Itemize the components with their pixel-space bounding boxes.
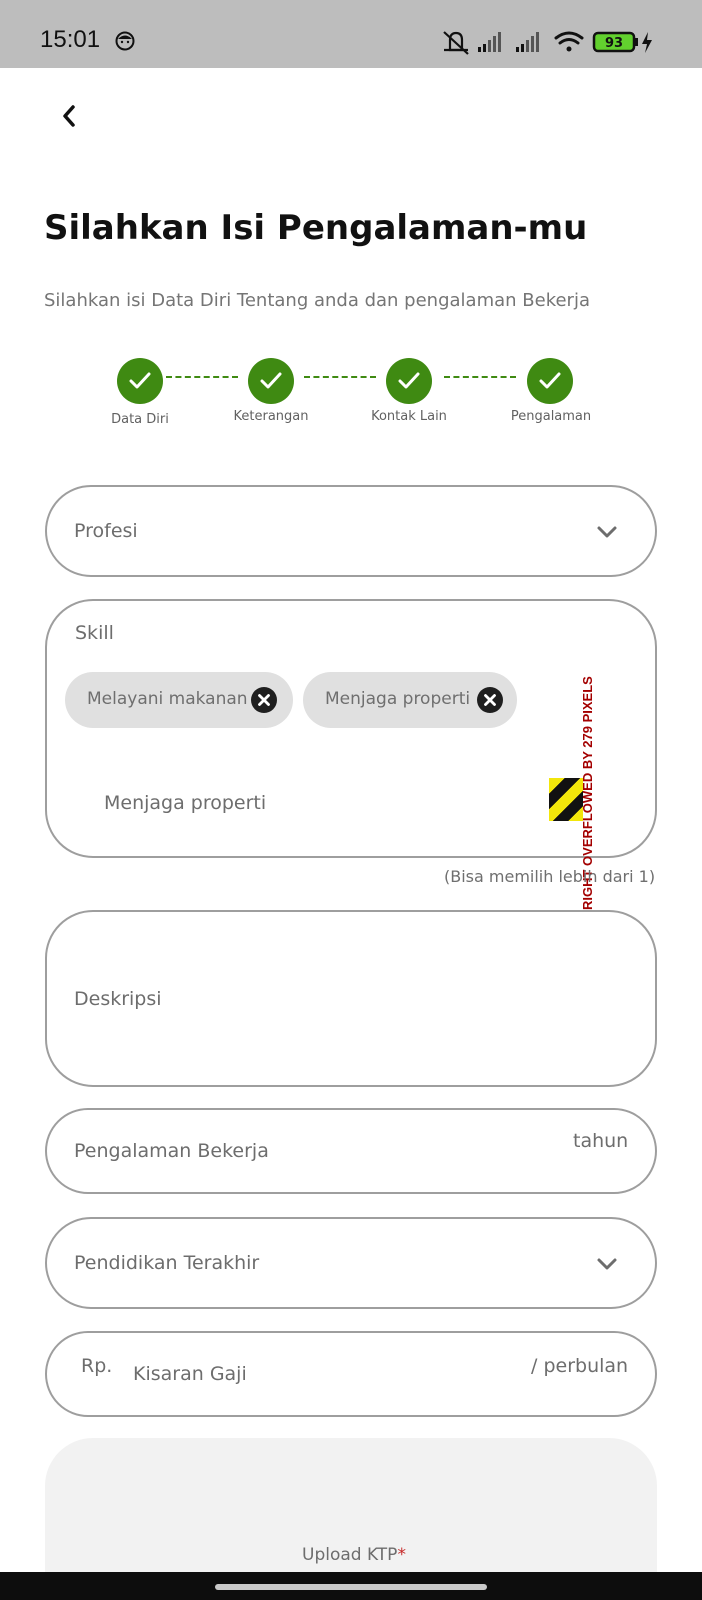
overflow-indicator [549, 778, 583, 821]
pengalaman-suffix: tahun [573, 1130, 629, 1152]
gaji-prefix: Rp. [81, 1355, 113, 1377]
profesi-label: Profesi [74, 520, 138, 542]
step-keterangan [248, 358, 294, 404]
step-label: Pengalaman [510, 409, 592, 424]
battery-icon: 93 [592, 31, 638, 53]
skill-input[interactable]: Menjaga properti [104, 792, 266, 814]
skill-chip: Melayani makanan [65, 672, 293, 728]
skill-helper-text: (Bisa memilih lebih dari 1) [444, 867, 656, 886]
signal-icon [516, 32, 539, 52]
check-icon [129, 372, 151, 389]
step-data-diri [117, 358, 163, 404]
back-chevron-icon [63, 105, 75, 127]
close-icon [484, 694, 496, 706]
status-icons: 93 [443, 31, 652, 55]
pendidikan-dropdown[interactable]: Pendidikan Terakhir [45, 1217, 657, 1309]
check-icon [260, 372, 282, 389]
signal-icon [478, 32, 501, 52]
chevron-down-icon [597, 1258, 617, 1270]
profesi-dropdown[interactable]: Profesi [45, 485, 657, 577]
face-icon [115, 31, 135, 51]
gaji-suffix: / perbulan [531, 1355, 629, 1377]
deskripsi-label: Deskripsi [74, 988, 162, 1010]
chip-label: Menjaga properti [325, 689, 471, 709]
check-icon [398, 372, 420, 389]
check-icon [539, 372, 561, 389]
step-label: Kontak Lain [371, 409, 447, 424]
charging-icon [642, 32, 652, 53]
wifi-icon [554, 31, 584, 52]
step-pengalaman [527, 358, 573, 404]
status-bar: 15:01 93 [0, 0, 702, 68]
pendidikan-label: Pendidikan Terakhir [74, 1252, 260, 1274]
upload-ktp-text: Upload KTP [302, 1545, 398, 1565]
page-title: Silahkan Isi Pengalaman-mu [44, 208, 588, 248]
chip-remove-button[interactable] [477, 687, 503, 713]
chip-remove-button[interactable] [251, 687, 277, 713]
mute-icon [443, 31, 469, 55]
step-label: Data Diri [111, 412, 169, 427]
page-subtitle: Silahkan isi Data Diri Tentang anda dan … [44, 290, 590, 311]
skill-label: Skill [75, 622, 114, 644]
pengalaman-field[interactable]: Pengalaman Bekerja tahun [45, 1108, 657, 1194]
required-mark: * [397, 1545, 406, 1565]
step-label: Keterangan [233, 409, 309, 424]
step-connector [304, 376, 376, 378]
step-connector [166, 376, 238, 378]
skill-chip: Menjaga properti [303, 672, 517, 728]
gaji-field[interactable]: Rp. Kisaran Gaji / perbulan [45, 1331, 657, 1417]
chevron-down-icon [597, 526, 617, 538]
chip-label: Melayani makanan [87, 689, 248, 709]
svg-text:93: 93 [605, 36, 623, 51]
back-button[interactable] [52, 98, 88, 134]
gaji-label: Kisaran Gaji [133, 1363, 247, 1385]
deskripsi-field[interactable]: Deskripsi [45, 910, 657, 1087]
step-connector [444, 376, 516, 378]
status-time: 15:01 [40, 26, 101, 53]
upload-ktp-label: Upload KTP* [302, 1545, 406, 1565]
close-icon [258, 694, 270, 706]
step-kontak-lain [386, 358, 432, 404]
pengalaman-label: Pengalaman Bekerja [74, 1140, 269, 1162]
home-gesture-handle[interactable] [215, 1584, 487, 1590]
